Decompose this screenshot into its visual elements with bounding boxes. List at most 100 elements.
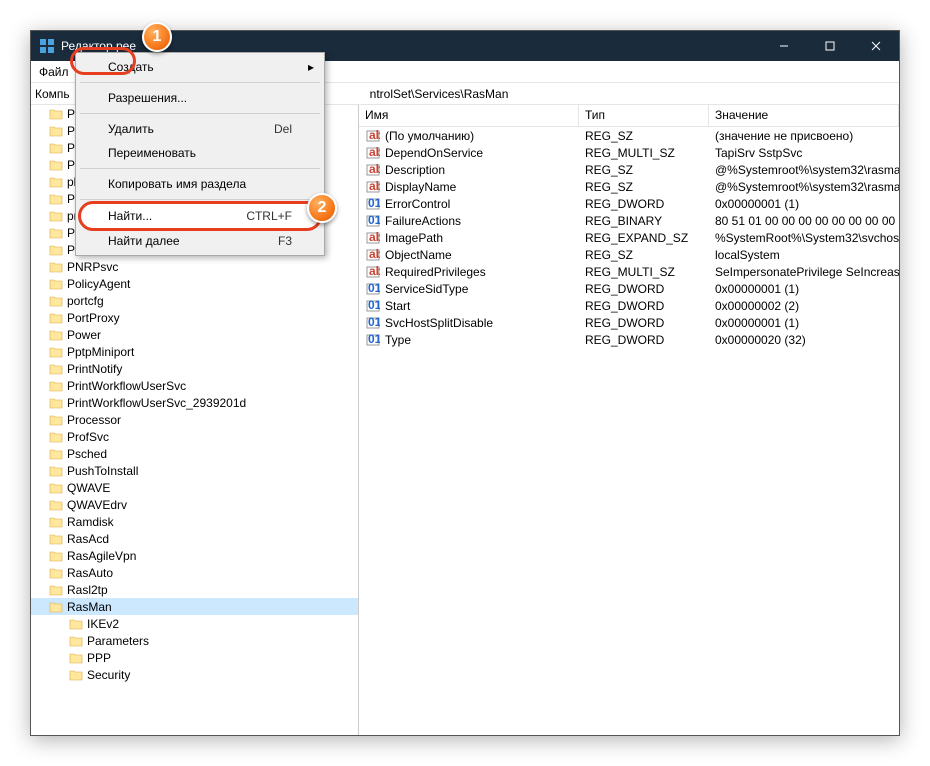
tree-item-label: PrintWorkflowUserSvc [67,379,186,393]
tree-item[interactable]: Power [31,326,358,343]
tree-item-label: Power [67,328,101,342]
value-name: ErrorControl [385,197,450,211]
folder-icon [49,601,63,613]
menu-shortcut: CTRL+F [246,209,292,223]
tree-item[interactable]: PrintNotify [31,360,358,377]
folder-icon [49,482,63,494]
address-path: ntrolSet\Services\RasMan [370,87,509,101]
list-row[interactable]: 011ServiceSidTypeREG_DWORD0x00000001 (1) [359,280,899,297]
list-row[interactable]: 011StartREG_DWORD0x00000002 (2) [359,297,899,314]
folder-icon [49,278,63,290]
list-row[interactable]: 011SvcHostSplitDisableREG_DWORD0x0000000… [359,314,899,331]
tree-item-label: QWAVEdrv [67,498,127,512]
menu-separator [80,199,320,200]
list-row[interactable]: abDependOnServiceREG_MULTI_SZTapiSrv Sst… [359,144,899,161]
list-row[interactable]: abRequiredPrivilegesREG_MULTI_SZSeImpers… [359,263,899,280]
tree-item[interactable]: IKEv2 [31,615,358,632]
value-data: TapiSrv SstpSvc [709,146,899,160]
tree-item[interactable]: RasAgileVpn [31,547,358,564]
tree-item[interactable]: PushToInstall [31,462,358,479]
tree-item[interactable]: RasMan [31,598,358,615]
tree-item-label: QWAVE [67,481,110,495]
tree-item[interactable]: portcfg [31,292,358,309]
folder-icon [49,346,63,358]
list-row[interactable]: abImagePathREG_EXPAND_SZ%SystemRoot%\Sys… [359,229,899,246]
binary-value-icon: 011 [365,281,381,297]
list-row[interactable]: 011ErrorControlREG_DWORD0x00000001 (1) [359,195,899,212]
folder-icon [49,159,63,171]
tree-item[interactable]: ProfSvc [31,428,358,445]
tree-item[interactable]: PptpMiniport [31,343,358,360]
tree-item[interactable]: QWAVEdrv [31,496,358,513]
tree-item-label: Psched [67,447,107,461]
tree-item[interactable]: PrintWorkflowUserSvc [31,377,358,394]
folder-icon [69,618,83,630]
tree-item[interactable]: PNRPsvc [31,258,358,275]
folder-icon [49,499,63,511]
tree-item-label: PPP [87,651,111,665]
list-pane[interactable]: ИмяТипЗначение ab(По умолчанию)REG_SZ(зн… [359,105,899,735]
value-type: REG_DWORD [579,282,709,296]
list-row[interactable]: abDisplayNameREG_SZ@%Systemroot%\system3… [359,178,899,195]
binary-value-icon: 011 [365,315,381,331]
list-row[interactable]: 011TypeREG_DWORD0x00000020 (32) [359,331,899,348]
folder-icon [49,533,63,545]
tree-item[interactable]: RasAcd [31,530,358,547]
tree-item[interactable]: Psched [31,445,358,462]
value-name: FailureActions [385,214,461,228]
value-name: Start [385,299,410,313]
submenu-arrow-icon: ▸ [308,60,314,74]
menu-item[interactable]: Создать▸ [78,55,322,79]
value-name: ServiceSidType [385,282,468,296]
column-header[interactable]: Имя [359,105,579,126]
value-type: REG_MULTI_SZ [579,146,709,160]
menu-item[interactable]: Найти далееF3 [78,229,322,253]
column-header[interactable]: Значение [709,105,899,126]
svg-text:011: 011 [368,333,380,346]
tree-item-label: Rasl2tp [67,583,108,597]
list-row[interactable]: ab(По умолчанию)REG_SZ(значение не присв… [359,127,899,144]
tree-item[interactable]: Ramdisk [31,513,358,530]
svg-text:011: 011 [368,299,380,312]
minimize-button[interactable] [761,31,807,61]
tree-item[interactable]: Security [31,666,358,683]
tree-item[interactable]: Rasl2tp [31,581,358,598]
tree-item-label: RasAgileVpn [67,549,136,563]
tree-item[interactable]: PrintWorkflowUserSvc_2939201d [31,394,358,411]
tree-item[interactable]: Processor [31,411,358,428]
folder-icon [49,550,63,562]
string-value-icon: ab [365,145,381,161]
tree-item[interactable]: QWAVE [31,479,358,496]
tree-item-label: PortProxy [67,311,120,325]
svg-text:ab: ab [369,231,380,244]
menu-item[interactable]: Копировать имя раздела [78,172,322,196]
column-header[interactable]: Тип [579,105,709,126]
list-row[interactable]: 011FailureActionsREG_BINARY80 51 01 00 0… [359,212,899,229]
maximize-button[interactable] [807,31,853,61]
value-type: REG_DWORD [579,197,709,211]
value-data: 80 51 01 00 00 00 00 00 00 00 00 00 03 0… [709,214,899,228]
menu-файл[interactable]: Файл [31,61,77,82]
close-button[interactable] [853,31,899,61]
svg-text:ab: ab [369,248,380,261]
value-data: 0x00000001 (1) [709,197,899,211]
folder-icon [69,669,83,681]
string-value-icon: ab [365,179,381,195]
tree-item[interactable]: PPP [31,649,358,666]
menu-item[interactable]: Разрешения... [78,86,322,110]
menu-item[interactable]: Найти...CTRL+F [78,201,322,231]
list-row[interactable]: abDescriptionREG_SZ@%Systemroot%\system3… [359,161,899,178]
folder-icon [49,142,63,154]
menu-item[interactable]: УдалитьDel [78,117,322,141]
folder-icon [49,176,63,188]
tree-item[interactable]: RasAuto [31,564,358,581]
binary-value-icon: 011 [365,332,381,348]
list-row[interactable]: abObjectNameREG_SZlocalSystem [359,246,899,263]
menu-item[interactable]: Переименовать [78,141,322,165]
value-name: (По умолчанию) [385,129,474,143]
tree-item[interactable]: Parameters [31,632,358,649]
folder-icon [49,261,63,273]
tree-item[interactable]: PortProxy [31,309,358,326]
tree-item[interactable]: PolicyAgent [31,275,358,292]
tree-item-label: RasAuto [67,566,113,580]
